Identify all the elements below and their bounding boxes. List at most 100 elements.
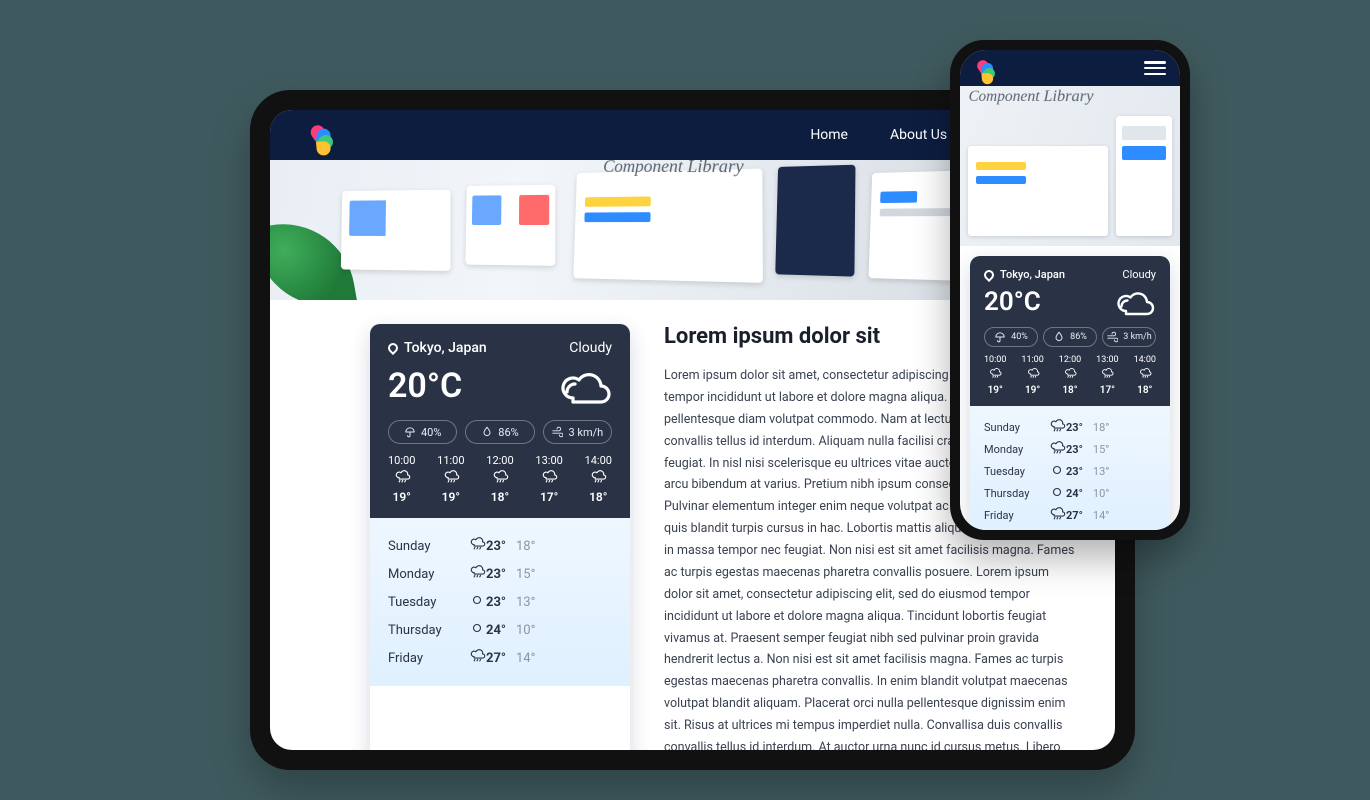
day-name: Sunday bbox=[388, 539, 468, 554]
day-name: Thursday bbox=[984, 487, 1048, 500]
weather-location-row: Tokyo, Japan Cloudy bbox=[984, 268, 1156, 281]
location-pin-icon bbox=[982, 267, 996, 281]
hour-temp: 18° bbox=[1137, 385, 1152, 396]
hour-temp: 17° bbox=[540, 490, 558, 504]
hour-time: 14:00 bbox=[585, 454, 612, 467]
phone-screen: Component Library Tokyo, Japan Cloudy 20… bbox=[960, 50, 1180, 530]
app-logo[interactable] bbox=[310, 122, 336, 148]
cloud-rain-icon bbox=[1026, 368, 1040, 382]
precipitation-pill: 40% bbox=[388, 420, 457, 444]
day-name: Friday bbox=[388, 651, 468, 666]
hourly-forecast-item: 14:00 18° bbox=[1134, 355, 1156, 396]
hero-mock-card bbox=[573, 169, 763, 283]
hourly-forecast-item: 12:00 18° bbox=[486, 454, 513, 504]
day-low: 13° bbox=[1093, 465, 1109, 478]
drop-icon bbox=[1053, 331, 1065, 343]
hourly-forecast-item: 14:00 18° bbox=[585, 454, 612, 504]
hour-time: 12:00 bbox=[486, 454, 513, 467]
nav-about[interactable]: About Us bbox=[890, 127, 947, 143]
cloud-rain-icon bbox=[491, 470, 509, 487]
phone-header bbox=[960, 50, 1180, 86]
cloud-rain-icon bbox=[988, 368, 1002, 382]
day-name: Friday bbox=[984, 509, 1048, 522]
daily-forecast-row: Tuesday23°13° bbox=[984, 460, 1156, 482]
hero-mock-card bbox=[968, 146, 1108, 236]
weather-condition: Cloudy bbox=[569, 340, 612, 356]
hero-mock-card bbox=[465, 185, 555, 266]
day-name: Monday bbox=[388, 567, 468, 582]
day-low: 13° bbox=[516, 595, 535, 610]
day-low: 18° bbox=[516, 539, 535, 554]
hero-title: Component Library bbox=[968, 88, 1093, 106]
umbrella-icon bbox=[994, 331, 1006, 343]
hour-time: 13:00 bbox=[535, 454, 562, 467]
hourly-forecast-item: 10:0019° bbox=[388, 454, 415, 504]
hour-temp: 19° bbox=[1025, 385, 1040, 396]
hourly-forecast-row: 10:0019°11:0019°12:0018°13:0017°14:0018° bbox=[388, 454, 612, 504]
wind-icon bbox=[551, 426, 563, 438]
daily-forecast-row: Thursday24°10° bbox=[388, 616, 612, 644]
umbrella-icon bbox=[404, 426, 416, 438]
cloud-rain-icon bbox=[589, 470, 607, 487]
day-low: 15° bbox=[1093, 443, 1109, 456]
daily-forecast-row: Monday 23° 15° bbox=[984, 438, 1156, 460]
weather-location: Tokyo, Japan bbox=[1000, 268, 1065, 281]
hour-time: 11:00 bbox=[437, 454, 464, 467]
day-high: 23° bbox=[486, 539, 506, 554]
day-name: Tuesday bbox=[984, 465, 1048, 478]
drop-icon bbox=[481, 426, 493, 438]
weather-metrics-row: 40% 86% 3 km/h bbox=[984, 327, 1156, 347]
cloud-icon bbox=[1114, 287, 1156, 317]
daily-forecast-row: Sunday23°18° bbox=[984, 416, 1156, 438]
sun-icon bbox=[1048, 463, 1066, 480]
day-high: 23° bbox=[1066, 443, 1083, 456]
day-low: 15° bbox=[516, 567, 535, 582]
weather-location: Tokyo, Japan bbox=[404, 340, 487, 356]
daily-forecast-row: Tuesday23°13° bbox=[388, 588, 612, 616]
sun-icon bbox=[468, 621, 486, 639]
wind-icon bbox=[1106, 331, 1118, 343]
day-low: 10° bbox=[1093, 487, 1109, 500]
daily-forecast-panel: Sunday23°18°Monday23°15°Tuesday23°13°Thu… bbox=[970, 406, 1170, 530]
cloud-rain-icon bbox=[1138, 368, 1152, 382]
cloud-icon bbox=[558, 366, 612, 406]
day-low: 18° bbox=[1093, 421, 1109, 434]
hourly-forecast-item: 11:0019° bbox=[437, 454, 464, 504]
weather-current-panel: Tokyo, Japan Cloudy 20°C 40% bbox=[370, 324, 630, 518]
humidity-pill: 86% bbox=[465, 420, 534, 444]
nav-home[interactable]: Home bbox=[810, 127, 848, 143]
cloud-rain-icon bbox=[1048, 419, 1066, 436]
weather-location-row: Tokyo, Japan Cloudy bbox=[388, 340, 612, 356]
cloud-rain-icon bbox=[1048, 507, 1066, 524]
hourly-forecast-item: 13:00 17° bbox=[535, 454, 562, 504]
day-low: 14° bbox=[516, 651, 535, 666]
day-high: 27° bbox=[486, 651, 506, 666]
wind-pill: 3 km/h bbox=[543, 420, 612, 444]
hour-temp: 18° bbox=[589, 490, 607, 504]
day-name: Monday bbox=[984, 443, 1048, 456]
hour-time: 10:00 bbox=[984, 355, 1006, 365]
hour-temp: 19° bbox=[988, 385, 1003, 396]
humidity-pill: 86% bbox=[1043, 327, 1097, 347]
daily-forecast-panel: Sunday23°18°Monday23°15°Tuesday23°13°Thu… bbox=[370, 518, 630, 686]
cloud-rain-icon bbox=[442, 470, 460, 487]
hour-temp: 18° bbox=[491, 490, 509, 504]
weather-card: Tokyo, Japan Cloudy 20°C 40% bbox=[370, 324, 630, 750]
cloud-rain-icon bbox=[468, 537, 486, 555]
day-high: 23° bbox=[1066, 421, 1083, 434]
hour-temp: 17° bbox=[1100, 385, 1115, 396]
weather-temperature: 20°C bbox=[388, 366, 462, 406]
day-name: Thursday bbox=[388, 623, 468, 638]
day-high: 24° bbox=[1066, 487, 1083, 500]
app-logo[interactable] bbox=[977, 58, 998, 79]
weather-card: Tokyo, Japan Cloudy 20°C 40% bbox=[970, 256, 1170, 530]
phone-hero-banner: Component Library bbox=[960, 86, 1180, 246]
hourly-forecast-item: 11:0019° bbox=[1021, 355, 1043, 396]
hour-temp: 19° bbox=[393, 490, 411, 504]
hero-mock-card bbox=[1116, 116, 1172, 236]
hour-time: 14:00 bbox=[1134, 355, 1156, 365]
hero-mock-card bbox=[341, 190, 451, 271]
hour-time: 12:00 bbox=[1059, 355, 1081, 365]
hamburger-menu-icon[interactable] bbox=[1144, 61, 1166, 75]
daily-forecast-row: Sunday 23° 18° bbox=[388, 532, 612, 560]
